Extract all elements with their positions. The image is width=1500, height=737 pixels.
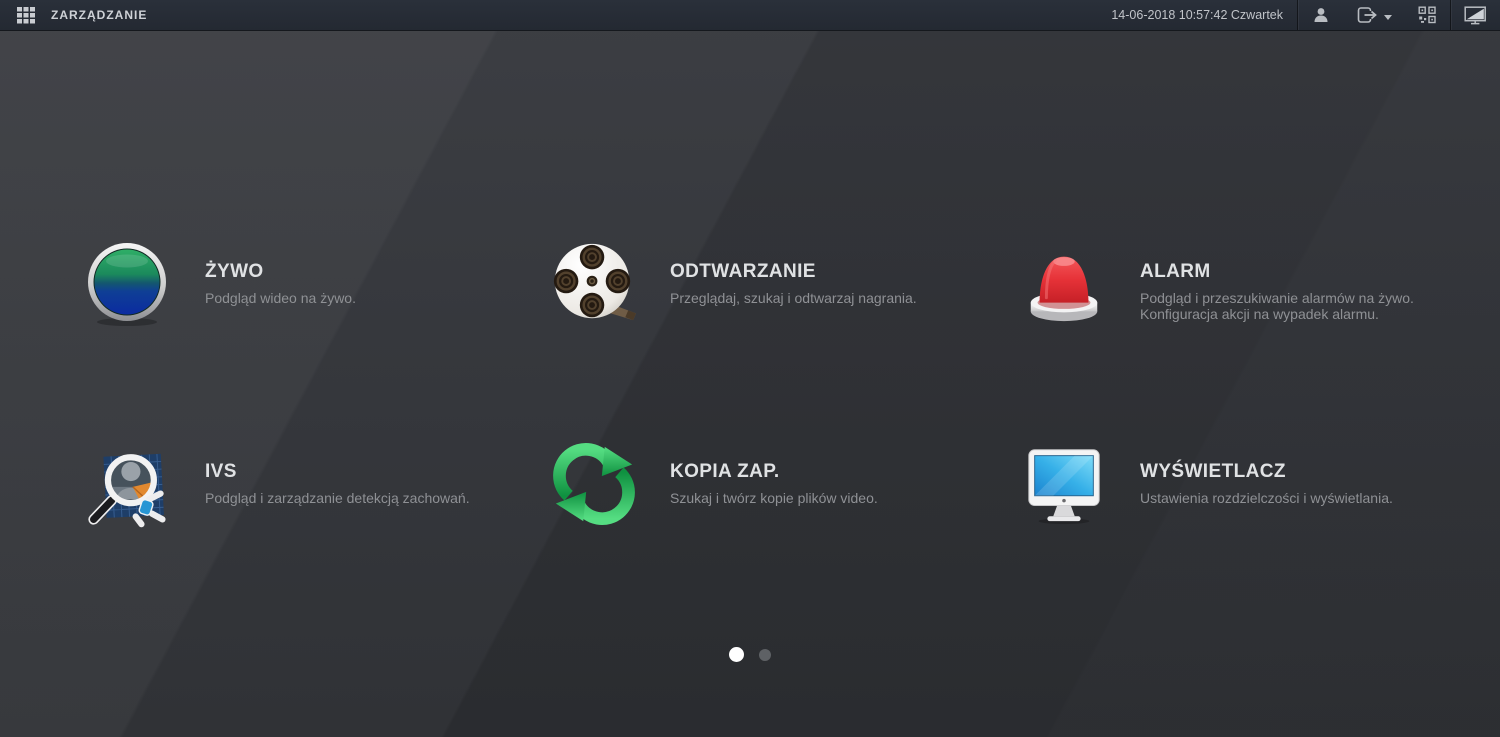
logout-button[interactable] (1344, 0, 1405, 30)
menu-item-title: ODTWARZANIE (670, 261, 980, 283)
menu-item-text: WYŚWIETLACZ Ustawienia rozdzielczości i … (1140, 440, 1450, 528)
film-reel-icon (550, 240, 634, 328)
page-title: ZARZĄDZANIE (51, 8, 147, 22)
menu-item-text: ŻYWO Podgląd wideo na żywo. (205, 240, 515, 328)
menu-item-text: KOPIA ZAP. Szukaj i twórz kopie plików v… (670, 440, 980, 528)
page-dot-1[interactable] (729, 647, 744, 662)
user-icon (1311, 6, 1331, 24)
top-bar: ZARZĄDZANIE 14-06-2018 10:57:42 Czwartek (0, 0, 1500, 31)
pagination (0, 647, 1500, 662)
chevron-down-icon (1384, 15, 1392, 20)
siren-icon (1020, 240, 1104, 328)
menu-item-text: IVS Podgląd i zarządzanie detekcją zacho… (205, 440, 515, 528)
menu-item-display[interactable]: WYŚWIETLACZ Ustawienia rozdzielczości i … (1020, 440, 1460, 528)
sync-arrows-icon (550, 440, 634, 528)
menu-item-title: ALARM (1140, 261, 1450, 283)
brand-area: ZARZĄDZANIE (0, 2, 147, 28)
menu-item-description: Podgląd i przeszukiwanie alarmów na żywo… (1140, 290, 1450, 306)
menu-item-title: ŻYWO (205, 261, 515, 283)
monitor-icon (1020, 440, 1104, 528)
qr-code-button[interactable] (1405, 0, 1450, 30)
menu-item-text: ALARM Podgląd i przeszukiwanie alarmów n… (1140, 240, 1450, 328)
qr-code-icon (1418, 6, 1437, 24)
menu-item-title: WYŚWIETLACZ (1140, 461, 1450, 483)
datetime-display: 14-06-2018 10:57:42 Czwartek (1111, 8, 1283, 22)
menu-item-ivs[interactable]: IVS Podgląd i zarządzanie detekcją zacho… (85, 440, 525, 528)
apps-grid-button[interactable] (13, 2, 39, 28)
user-button[interactable] (1298, 0, 1344, 30)
menu-item-alarm[interactable]: ALARM Podgląd i przeszukiwanie alarmów n… (1020, 240, 1460, 328)
display-layout-icon (1464, 6, 1487, 25)
page-dot-2[interactable] (759, 649, 771, 661)
menu-item-text: ODTWARZANIE Przeglądaj, szukaj i odtwarz… (670, 240, 980, 328)
menu-item-backup[interactable]: KOPIA ZAP. Szukaj i twórz kopie plików v… (550, 440, 990, 528)
apps-grid-icon (16, 5, 36, 25)
menu-item-description: Ustawienia rozdzielczości i wyświetlania… (1140, 490, 1450, 506)
live-view-button-icon (85, 240, 169, 328)
menu-item-description: Podgląd i zarządzanie detekcją zachowań. (205, 490, 515, 506)
menu-item-title: KOPIA ZAP. (670, 461, 980, 483)
menu-item-description: Podgląd wideo na żywo. (205, 290, 515, 306)
menu-item-playback[interactable]: ODTWARZANIE Przeglądaj, szukaj i odtwarz… (550, 240, 990, 328)
display-layout-button[interactable] (1451, 0, 1500, 30)
menu-item-description: Szukaj i twórz kopie plików video. (670, 490, 980, 506)
logout-icon (1357, 6, 1378, 24)
menu-item-description-line2: Konfiguracja akcji na wypadek alarmu. (1140, 306, 1450, 322)
magnifier-analytics-icon (85, 440, 169, 528)
menu-item-live[interactable]: ŻYWO Podgląd wideo na żywo. (85, 240, 525, 328)
menu-item-title: IVS (205, 461, 515, 483)
menu-item-description: Przeglądaj, szukaj i odtwarzaj nagrania. (670, 290, 980, 306)
